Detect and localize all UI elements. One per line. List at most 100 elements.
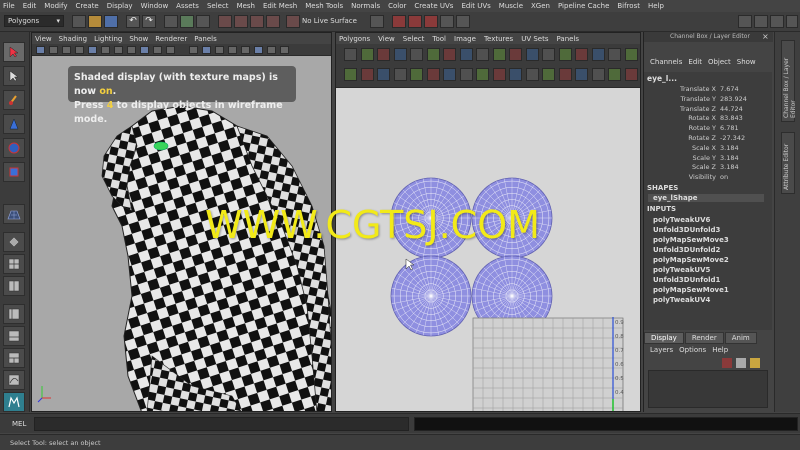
align-max-v-icon[interactable] — [558, 48, 572, 61]
close-icon[interactable]: × — [762, 32, 772, 42]
attribute-value[interactable]: 83.843 — [720, 114, 743, 122]
redo-icon[interactable]: ↷ — [142, 15, 156, 28]
toggle-grid-icon[interactable] — [558, 68, 572, 81]
attribute-row[interactable]: Rotate Y 6.781 — [644, 124, 770, 134]
graph-editor-layout-icon[interactable] — [3, 370, 25, 390]
input-node[interactable]: polyTweakUV5 — [653, 266, 710, 274]
render-frame-icon[interactable] — [408, 15, 422, 28]
scale-tool-icon[interactable] — [3, 162, 25, 182]
use-all-lights-icon[interactable] — [215, 46, 224, 54]
save-scene-icon[interactable] — [104, 15, 118, 28]
menu-color[interactable]: Color — [388, 2, 406, 10]
field-chart-icon[interactable] — [140, 46, 149, 54]
menu-window[interactable]: Window — [141, 2, 169, 10]
new-scene-icon[interactable] — [72, 15, 86, 28]
sew-uv-icon[interactable] — [426, 48, 440, 61]
gate-mask-icon[interactable] — [127, 46, 136, 54]
tab-display[interactable]: Display — [644, 332, 684, 344]
render-view-icon[interactable] — [392, 15, 406, 28]
rotate-ccw-icon[interactable] — [377, 48, 390, 61]
viewport-menu-renderer[interactable]: Renderer — [155, 35, 187, 43]
move-tool-icon[interactable] — [3, 114, 25, 134]
menu-normals[interactable]: Normals — [351, 2, 380, 10]
new-layer-selected-icon[interactable] — [736, 358, 746, 368]
selected-object-name[interactable]: eye_l... — [647, 74, 677, 83]
show-modeling-toolkit-icon[interactable] — [738, 15, 752, 28]
texture-borders-icon[interactable] — [377, 68, 390, 81]
filter-icon[interactable] — [426, 68, 440, 81]
show-tool-settings-icon[interactable] — [770, 15, 784, 28]
input-node[interactable]: polyMapSewMove3 — [653, 236, 729, 244]
layout-icon[interactable] — [492, 48, 506, 61]
rotate-tool-icon[interactable] — [3, 138, 25, 158]
viewport-menu-lighting[interactable]: Lighting — [94, 35, 122, 43]
uv-menu-view[interactable]: View — [378, 35, 395, 43]
select-tool-icon[interactable] — [3, 42, 25, 62]
input-node[interactable]: polyMapSewMove2 — [653, 256, 729, 264]
shape-node[interactable]: eye_lShape — [648, 194, 764, 202]
uv-shell[interactable] — [390, 255, 472, 337]
input-node[interactable]: polyTweakUV4 — [653, 296, 710, 304]
isolate-icon[interactable] — [344, 68, 357, 81]
move-sew-icon[interactable] — [443, 48, 456, 61]
snapshot-icon[interactable] — [591, 48, 605, 61]
uv-menu-uv-sets[interactable]: UV Sets — [521, 35, 548, 43]
image-ratio-icon[interactable] — [509, 68, 522, 81]
snap-curve-icon[interactable] — [234, 15, 248, 28]
attribute-value[interactable]: 7.674 — [720, 85, 739, 93]
gamma-icon[interactable] — [459, 68, 473, 81]
image-plane-icon[interactable] — [75, 46, 84, 54]
lasso-tool-icon[interactable] — [3, 66, 25, 86]
menu-edit-uvs[interactable]: Edit UVs — [461, 2, 490, 10]
attribute-value[interactable]: 3.184 — [720, 163, 739, 171]
uv-menu-panels[interactable]: Panels — [557, 35, 580, 43]
uv-menu-tool[interactable]: Tool — [432, 35, 446, 43]
menu-pipeline-cache[interactable]: Pipeline Cache — [558, 2, 609, 10]
menu-edit-mesh[interactable]: Edit Mesh — [263, 2, 297, 10]
input-node[interactable]: Unfold3DUnfold1 — [653, 276, 720, 284]
mel-input[interactable] — [34, 417, 409, 431]
persp-view-icon[interactable] — [3, 232, 25, 252]
viewport-menu-view[interactable]: View — [35, 35, 52, 43]
menu-help[interactable]: Help — [648, 2, 664, 10]
attribute-row[interactable]: Translate X 7.674 — [644, 85, 770, 95]
attribute-value[interactable]: 283.924 — [720, 95, 747, 103]
tab-channel-box[interactable]: Channel Box / Layer Editor — [781, 40, 797, 122]
menu-set-dropdown[interactable]: Polygons ▾ — [4, 15, 64, 27]
channel-menu-channels[interactable]: Channels — [650, 58, 682, 70]
cut-uv-icon[interactable] — [410, 48, 423, 61]
attribute-value[interactable]: 3.184 — [720, 144, 739, 152]
attribute-row[interactable]: Scale Y 3.184 — [644, 154, 770, 164]
camera-select-icon[interactable] — [36, 46, 45, 54]
align-min-u-icon[interactable] — [509, 48, 522, 61]
resolution-icon[interactable] — [280, 46, 289, 54]
menu-bifrost[interactable]: Bifrost — [617, 2, 640, 10]
layer-menu-options[interactable]: Options — [679, 346, 706, 354]
menu-modify[interactable]: Modify — [44, 2, 67, 10]
menu-muscle[interactable]: Muscle — [499, 2, 523, 10]
viewport-menu-panels[interactable]: Panels — [194, 35, 217, 43]
rotate-cw-icon[interactable] — [393, 48, 407, 61]
undo-icon[interactable]: ↶ — [126, 15, 140, 28]
hypershade-layout-icon[interactable] — [3, 348, 25, 368]
ipr-render-icon[interactable] — [424, 15, 438, 28]
open-scene-icon[interactable] — [88, 15, 102, 28]
channel-menu-show[interactable]: Show — [737, 58, 756, 70]
attribute-row[interactable]: Scale Z 3.184 — [644, 163, 770, 173]
menu-file[interactable]: File — [3, 2, 15, 10]
persp-outliner-layout-icon[interactable] — [3, 304, 25, 324]
tab-anim[interactable]: Anim — [724, 332, 757, 344]
input-node[interactable]: polyTweakUV6 — [653, 216, 710, 224]
menu-assets[interactable]: Assets — [176, 2, 199, 10]
texel-density-icon[interactable] — [624, 68, 638, 81]
flip-v-icon[interactable] — [360, 48, 374, 61]
new-layer-icon[interactable] — [722, 358, 732, 368]
maya-logo-icon[interactable] — [3, 392, 25, 412]
attribute-value[interactable]: 44.724 — [720, 105, 743, 113]
show-attribute-editor-icon[interactable] — [754, 15, 768, 28]
isolate-select-icon[interactable] — [267, 46, 276, 54]
channel-menu-edit[interactable]: Edit — [688, 58, 702, 70]
display-rgb-icon[interactable] — [525, 68, 539, 81]
safe-action-icon[interactable] — [153, 46, 162, 54]
camera-attr-icon[interactable] — [49, 46, 58, 54]
